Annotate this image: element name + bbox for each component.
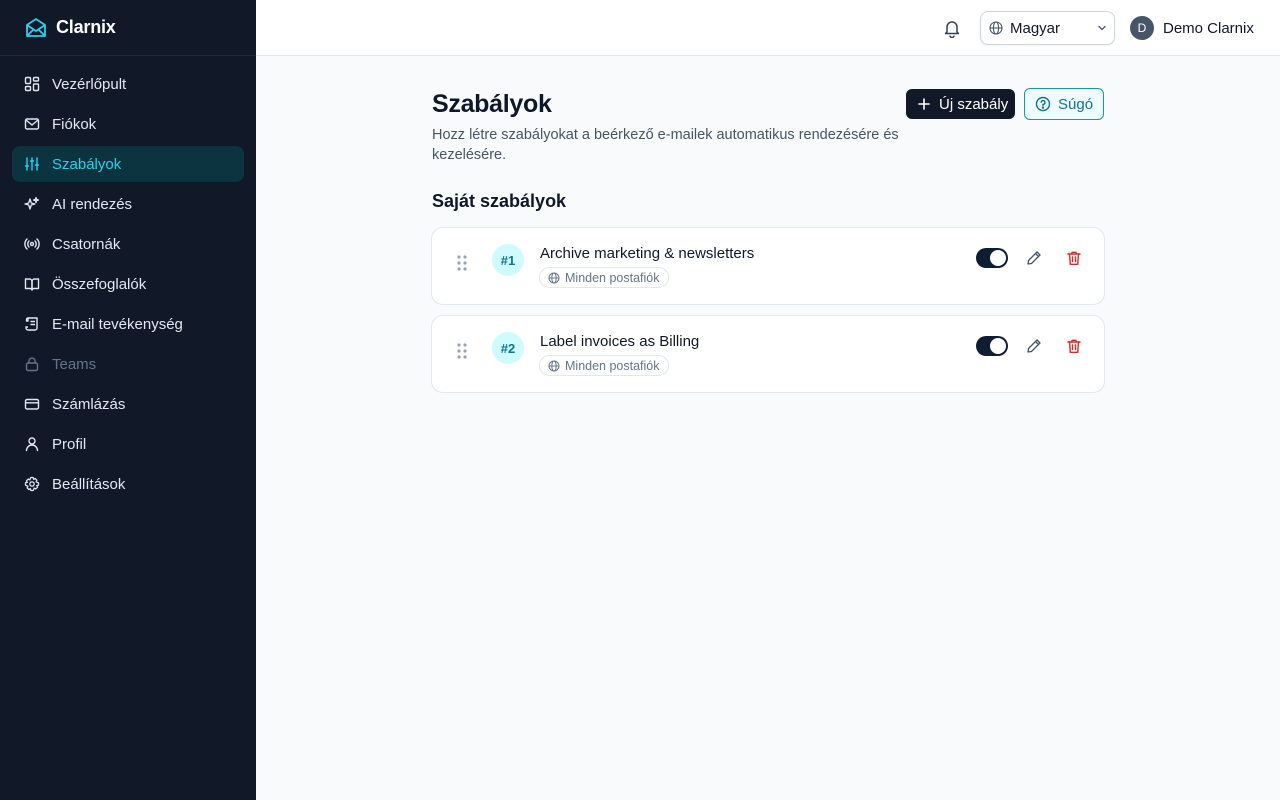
rule-card: #1 Archive marketing & newsletters Minde… [431, 227, 1105, 305]
rule-scope-badge: Minden postafiók [539, 267, 669, 288]
page-description: Hozz létre szabályokat a beérkező e-mail… [432, 127, 899, 163]
delete-trash-icon[interactable] [1064, 248, 1084, 268]
notifications-bell-icon[interactable] [940, 16, 964, 40]
gear-icon [24, 476, 40, 492]
sidebar-item-label: Számlázás [52, 395, 126, 413]
rule-number-badge: #1 [492, 244, 524, 276]
sidebar-item-label: Csatornák [52, 235, 121, 253]
globe-icon [548, 272, 560, 284]
language-value: Magyar [1010, 19, 1061, 37]
sidebar-item-label: Összefoglalók [52, 275, 147, 293]
rule-enabled-toggle[interactable] [976, 336, 1008, 356]
rule-scope-badge: Minden postafiók [539, 355, 669, 376]
sidebar-item-profile[interactable]: Profil [12, 426, 244, 462]
user-name: Demo Clarnix [1163, 19, 1254, 37]
rule-name: Label invoices as Billing [540, 333, 700, 350]
edit-pencil-icon[interactable] [1024, 248, 1044, 268]
question-circle-icon [1035, 96, 1051, 112]
sidebar-nav: Vezérlőpult Fiókok Szabályok AI rendezés… [0, 56, 256, 516]
user-menu[interactable]: D Demo Clarnix [1130, 16, 1254, 40]
page-title: Szabályok [432, 90, 552, 118]
rule-name: Archive marketing & newsletters [540, 245, 755, 262]
help-button[interactable]: Súgó [1024, 88, 1104, 120]
book-icon [24, 276, 40, 292]
rule-scope-label: Minden postafiók [565, 358, 660, 373]
mail-icon [24, 116, 40, 132]
sidebar-item-label: Vezérlőpult [52, 75, 127, 93]
sidebar-item-label: Profil [52, 435, 87, 453]
brand[interactable]: Clarnix [0, 0, 256, 56]
sidebar-item-label: Fiókok [52, 115, 97, 133]
help-label: Súgó [1058, 95, 1094, 113]
dashboard-icon [24, 76, 40, 92]
sidebar: Clarnix Vezérlőpult Fiókok Szabályok AI … [0, 0, 256, 800]
sidebar-item-channels[interactable]: Csatornák [12, 226, 244, 262]
plus-icon [917, 97, 931, 111]
drag-handle-icon[interactable] [456, 254, 468, 272]
chevron-down-icon [1096, 22, 1108, 34]
sidebar-item-rules[interactable]: Szabályok [12, 146, 244, 182]
new-rule-button[interactable]: Új szabály [906, 89, 1015, 119]
rule-number-badge: #2 [492, 332, 524, 364]
sidebar-item-billing[interactable]: Számlázás [12, 386, 244, 422]
sidebar-item-label: Beállítások [52, 475, 126, 493]
sidebar-item-dashboard[interactable]: Vezérlőpult [12, 66, 244, 102]
top-header: Magyar D Demo Clarnix [256, 0, 1280, 56]
rule-card: #2 Label invoices as Billing Minden post… [431, 315, 1105, 393]
toggle-knob [990, 338, 1006, 354]
sidebar-item-teams: Teams [12, 346, 244, 382]
sparkles-icon [24, 196, 40, 212]
globe-icon [989, 21, 1003, 35]
credit-card-icon [24, 396, 40, 412]
rule-scope-label: Minden postafiók [565, 270, 660, 285]
sidebar-item-ai-sorting[interactable]: AI rendezés [12, 186, 244, 222]
globe-icon [548, 360, 560, 372]
edit-pencil-icon[interactable] [1024, 336, 1044, 356]
sidebar-item-label: AI rendezés [52, 195, 133, 213]
sidebar-item-accounts[interactable]: Fiókok [12, 106, 244, 142]
section-title: Saját szabályok [432, 191, 567, 211]
sidebar-item-label: E-mail tevékenység [52, 315, 183, 333]
user-icon [24, 436, 40, 452]
envelope-logo-icon [24, 16, 48, 40]
brand-name: Clarnix [56, 17, 116, 37]
lock-icon [24, 356, 40, 372]
sidebar-item-label: Teams [52, 355, 97, 373]
new-rule-label: Új szabály [939, 95, 1009, 113]
sidebar-item-label: Szabályok [52, 155, 122, 173]
language-select[interactable]: Magyar [980, 11, 1115, 45]
sidebar-item-summaries[interactable]: Összefoglalók [12, 266, 244, 302]
rule-enabled-toggle[interactable] [976, 248, 1008, 268]
sidebar-item-email-activity[interactable]: E-mail tevékenység [12, 306, 244, 342]
avatar: D [1130, 16, 1154, 40]
sliders-icon [24, 156, 40, 172]
toggle-knob [990, 250, 1006, 266]
scroll-icon [24, 316, 40, 332]
broadcast-icon [24, 236, 40, 252]
sidebar-item-settings[interactable]: Beállítások [12, 466, 244, 502]
delete-trash-icon[interactable] [1064, 336, 1084, 356]
drag-handle-icon[interactable] [456, 342, 468, 360]
